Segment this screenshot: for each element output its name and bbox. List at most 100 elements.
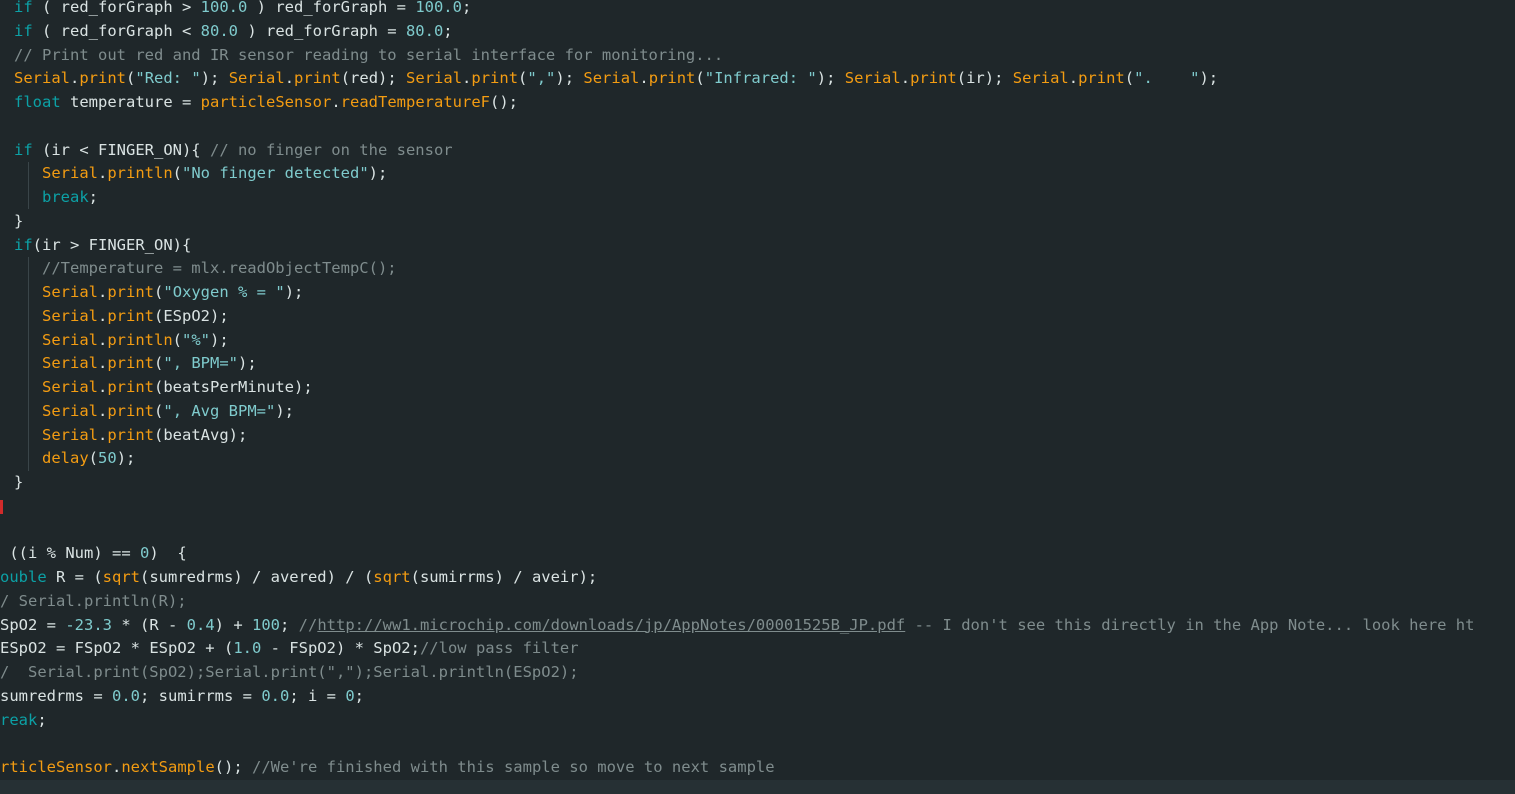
code-line[interactable]: if (ir < FINGER_ON){ // no finger on the… [14, 139, 453, 163]
code-token: "Infrared: " [704, 69, 817, 88]
code-token: . [98, 164, 108, 183]
code-token: Serial [1012, 69, 1069, 88]
code-token: (sumredrms) / avered) / ( [140, 568, 374, 586]
code-token: println [107, 164, 173, 183]
code-token: ", Avg BPM=" [163, 401, 276, 420]
code-line[interactable]: Serial.println("%"); [42, 329, 229, 353]
code-token: Serial [14, 69, 70, 88]
code-line[interactable]: break; [42, 186, 98, 210]
code-token: 0 [139, 544, 150, 563]
code-token: if [14, 235, 33, 254]
code-token: // Print out red and IR sensor reading t… [14, 45, 724, 64]
code-line[interactable]: if(ir > FINGER_ON){ [14, 234, 191, 258]
code-token: red_forGraph [60, 21, 173, 40]
code-token: //Temperature = mlx.readObjectTempC(); [42, 259, 397, 278]
code-token: ( [154, 283, 164, 301]
code-token: 0.0 [261, 686, 290, 705]
code-line[interactable]: SpO2 = -23.3 * (R - 0.4) + 100; //http:/… [0, 614, 1474, 638]
code-token: ( [88, 449, 99, 468]
code-line[interactable]: Serial.print(beatsPerMinute); [42, 376, 313, 400]
code-token: ( [32, 21, 61, 40]
code-line[interactable]: } [14, 471, 23, 495]
code-token: print [79, 69, 127, 88]
code-token: . [98, 354, 108, 373]
code-line[interactable]: // Print out red and IR sensor reading t… [14, 44, 723, 68]
code-token: / Serial.println(R); [0, 591, 187, 610]
code-token: 1.0 [233, 639, 262, 658]
code-token: ; [461, 0, 472, 16]
code-line[interactable]: sumredrms = 0.0; sumirrms = 0.0; i = 0; [0, 685, 364, 709]
code-token: } [14, 211, 24, 230]
code-token: ", BPM=" [163, 354, 239, 373]
code-token: red_forGraph [275, 0, 388, 16]
code-token: . [462, 69, 472, 88]
code-token: sqrt [373, 568, 411, 586]
code-token: sqrt [102, 568, 140, 586]
code-line[interactable]: / Serial.print(SpO2);Serial.print(",");S… [0, 661, 579, 685]
code-token: ( [172, 164, 183, 183]
code-line[interactable]: Serial.print(", BPM="); [42, 352, 257, 376]
code-token: print [294, 69, 341, 88]
code-line[interactable]: Serial.print("Oxygen % = "); [42, 281, 303, 305]
code-line[interactable]: if ( red_forGraph > 100.0 ) red_forGraph… [14, 0, 471, 20]
code-token: (ir < FINGER_ON){ [32, 140, 210, 159]
code-token: ( [154, 401, 164, 420]
code-token[interactable]: http://ww1.microchip.com/downloads/jp/Ap… [317, 616, 905, 634]
code-token: = [172, 93, 201, 111]
code-line[interactable]: Serial.println("No finger detected"); [42, 162, 387, 186]
code-line[interactable]: ouble R = (sqrt(sumredrms) / avered) / (… [0, 566, 597, 590]
code-token: "Oxygen % = " [163, 283, 285, 301]
code-token: "%" [182, 330, 211, 349]
code-token: print [1078, 69, 1125, 88]
code-token: if [14, 140, 33, 159]
code-line[interactable]: Serial.print(ESpO2); [42, 305, 229, 329]
code-token: . [98, 306, 108, 325]
code-token: ); [1199, 69, 1219, 88]
code-line[interactable]: } [14, 210, 23, 234]
code-token: if [14, 0, 33, 16]
code-token: Serial [42, 425, 98, 444]
code-token: ); [368, 164, 388, 183]
code-line[interactable]: ESpO2 = FSpO2 * ESpO2 + (1.0 - FSpO2) * … [0, 637, 579, 661]
code-token: ); [275, 401, 295, 420]
code-editor[interactable]: if ( red_forGraph > 100.0 ) red_forGraph… [0, 0, 1515, 794]
code-token: = [37, 615, 66, 634]
code-token: ". " [1134, 69, 1200, 88]
code-token: Serial [42, 378, 98, 396]
code-token: . [900, 69, 911, 88]
code-token: . [98, 283, 108, 301]
code-line[interactable]: float temperature = particleSensor.readT… [14, 91, 518, 115]
code-token: print [107, 425, 155, 444]
code-token: (ir > FINGER_ON){ [32, 235, 192, 254]
code-token: - FSpO2) * SpO2; [261, 639, 420, 658]
code-line[interactable]: Serial.print(beatAvg); [42, 424, 247, 448]
code-line[interactable]: delay(50); [42, 447, 135, 471]
code-token: . [98, 330, 108, 349]
code-token: println [107, 330, 173, 349]
code-token: = [377, 21, 406, 40]
code-token: SpO2 [0, 615, 38, 634]
code-line[interactable]: Serial.print("Red: "); Serial.print(red)… [14, 67, 1218, 91]
code-token: sumredrms [0, 686, 84, 705]
code-token: ; [88, 188, 99, 206]
code-line[interactable]: rticleSensor.nextSample(); //We're finis… [0, 756, 775, 780]
code-token: Serial [42, 401, 98, 420]
code-token: print [107, 306, 155, 325]
code-token: (red); [340, 69, 407, 88]
code-line[interactable]: if ( red_forGraph < 80.0 ) red_forGraph … [14, 20, 453, 44]
code-line[interactable]: reak; [0, 709, 47, 733]
code-line[interactable]: ((i % Num) == 0) { [0, 542, 186, 566]
code-token: (beatsPerMinute); [154, 378, 313, 396]
code-token: ; [279, 615, 299, 634]
code-line[interactable]: / Serial.println(R); [0, 590, 187, 614]
code-line[interactable]: Serial.print(", Avg BPM="); [42, 400, 294, 424]
code-token: ( [1124, 69, 1135, 88]
code-line[interactable]: //Temperature = mlx.readObjectTempC(); [42, 257, 397, 281]
horizontal-scrollbar[interactable] [0, 780, 1515, 794]
code-token: = [84, 686, 112, 705]
code-token: readTemperatureF [340, 93, 490, 111]
code-token: break [42, 188, 89, 206]
code-token: Serial [42, 354, 98, 373]
code-token: "No finger detected" [182, 164, 369, 183]
